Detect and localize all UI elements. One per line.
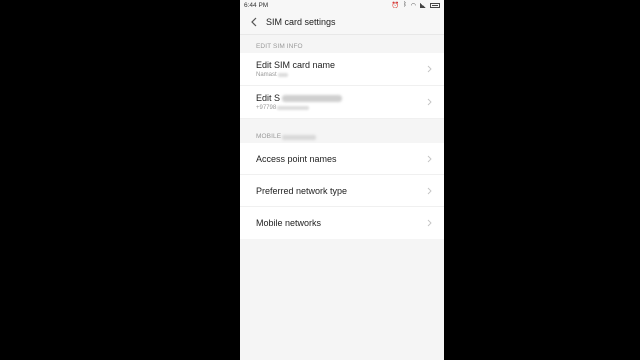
back-button[interactable] [248,16,260,28]
edit-sim-info-group: Edit SIM card name Namast Edit S +97798 [240,53,444,119]
edit-sim-card-name-item[interactable]: Edit SIM card name Namast [240,53,444,86]
chevron-right-icon [427,219,432,227]
preferred-network-type-item[interactable]: Preferred network type [240,175,444,207]
status-icons: ⏰ ᛒ ◠ [392,2,440,9]
item-label: Edit SIM card name [256,60,336,70]
chevron-right-icon [427,187,432,195]
section-header-mobile: MOBILE [240,119,444,143]
item-value: Namast [256,72,444,78]
edit-sim-card-number-item[interactable]: Edit S +97798 [240,86,444,119]
phone-screen: 6:44 PM ⏰ ᛒ ◠ SIM card settings EDIT SIM… [240,0,444,360]
redacted-text [282,94,343,102]
mobile-group: Access point names Preferred network typ… [240,143,444,239]
access-point-names-item[interactable]: Access point names [240,143,444,175]
alarm-icon: ⏰ [391,2,400,9]
section-header-edit-sim-info: EDIT SIM INFO [240,35,444,53]
chevron-right-icon [427,155,432,163]
chevron-right-icon [427,65,432,73]
redacted-text [277,106,310,110]
app-header: SIM card settings [240,10,444,35]
page-title: SIM card settings [266,17,336,27]
chevron-right-icon [427,98,432,106]
bluetooth-icon: ᛒ [403,2,407,8]
mobile-networks-item[interactable]: Mobile networks [240,207,444,239]
status-time: 6:44 PM [244,1,269,9]
wifi-icon: ◠ [410,2,416,9]
battery-icon [430,2,440,8]
item-label: Edit S [256,93,444,103]
item-value: +97798 [256,105,444,111]
redacted-text [282,135,317,140]
redacted-text [277,73,288,77]
signal-icon [420,2,426,8]
chevron-left-icon [251,17,257,27]
status-bar: 6:44 PM ⏰ ᛒ ◠ [240,0,444,10]
